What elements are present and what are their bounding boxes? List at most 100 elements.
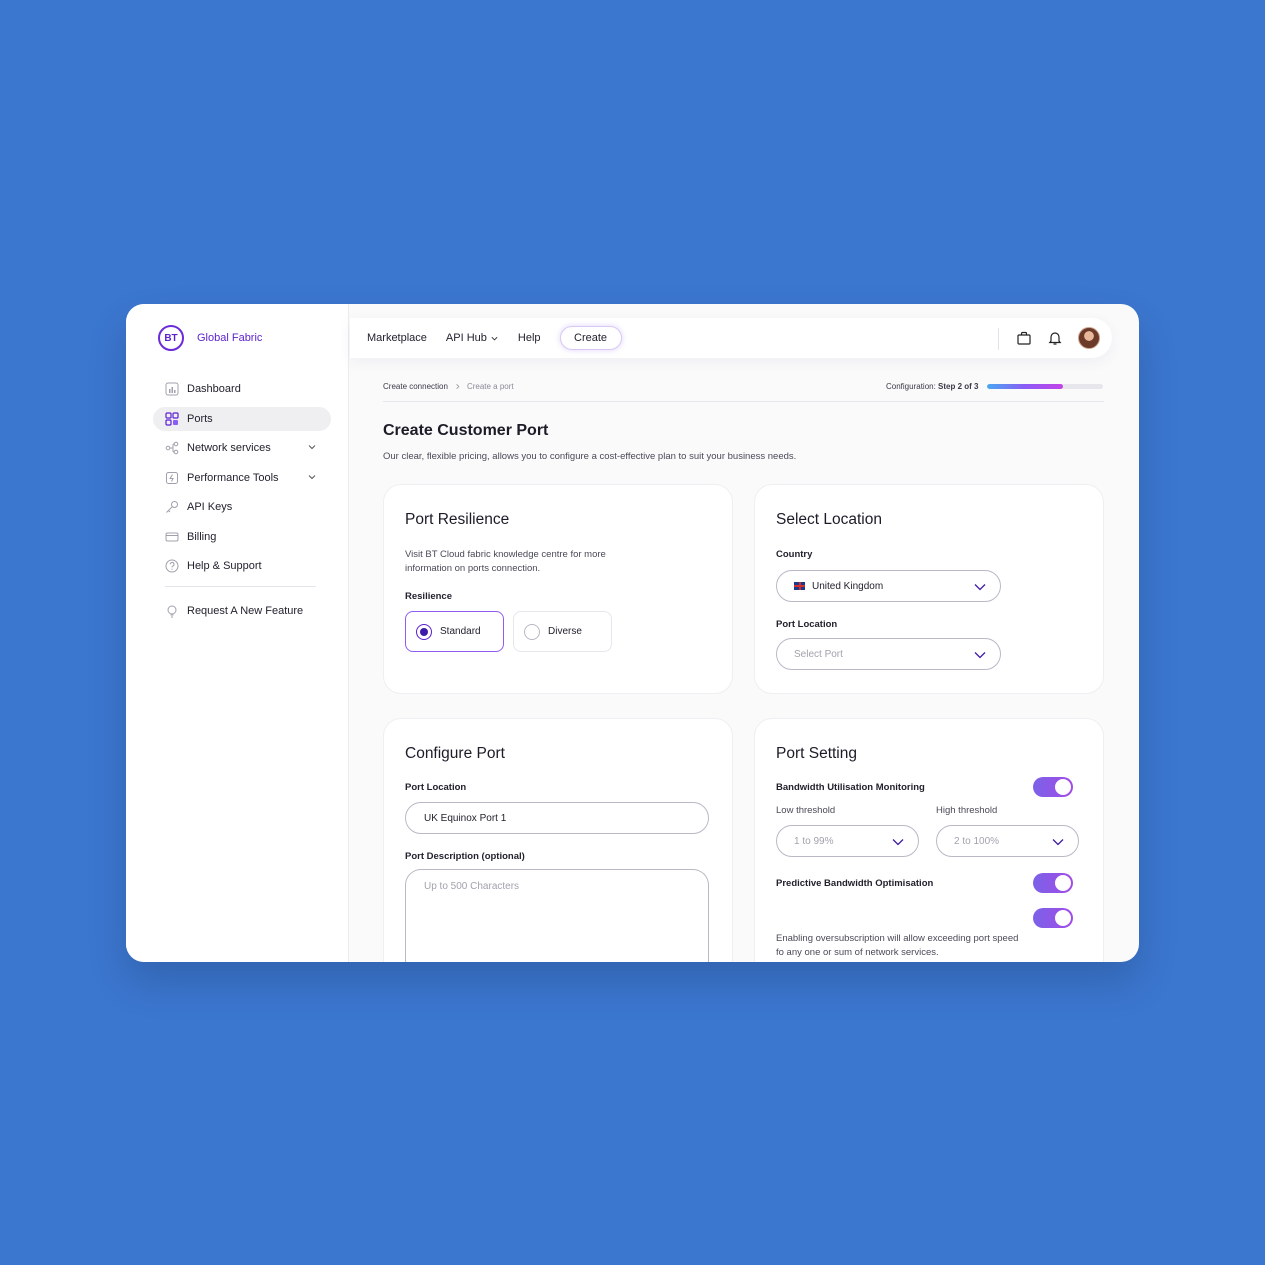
port-location-label: Port Location: [776, 619, 838, 630]
sidebar-item-help-support[interactable]: Help & Support: [153, 554, 331, 578]
bell-icon[interactable]: [1047, 330, 1063, 346]
port-resilience-card: Port Resilience Visit BT Cloud fabric kn…: [383, 484, 733, 694]
page-title: Create Customer Port: [383, 422, 549, 439]
country-select[interactable]: United Kingdom: [776, 570, 1001, 602]
oversubscription-toggle[interactable]: [1033, 908, 1073, 928]
config-port-location-label: Port Location: [405, 782, 467, 793]
chevron-down-icon: [974, 584, 986, 591]
network-icon: [164, 440, 180, 456]
sidebar-item-network-services[interactable]: Network services: [153, 436, 331, 460]
brand-name: Global Fabric: [197, 332, 263, 344]
nav-marketplace[interactable]: Marketplace: [367, 332, 427, 344]
app-window: BT Global Fabric Dashboard Ports Network…: [126, 304, 1139, 962]
bandwidth-monitoring-label: Bandwidth Utilisation Monitoring: [776, 782, 925, 793]
create-button[interactable]: Create: [559, 326, 622, 350]
progress-step: Step 2 of 3: [938, 382, 979, 391]
progress-bar: [986, 384, 1103, 389]
chevron-down-icon: [491, 336, 498, 340]
bandwidth-monitoring-toggle[interactable]: [1033, 777, 1073, 797]
configure-port-card: Configure Port Port Location UK Equinox …: [383, 718, 733, 962]
page-subtitle: Our clear, flexible pricing, allows you …: [383, 451, 797, 462]
sidebar-divider: [165, 586, 316, 587]
top-icons: [1016, 318, 1100, 358]
chevron-down-icon: [892, 839, 904, 846]
sidebar-item-label: Billing: [187, 530, 217, 543]
progress-fill: [986, 384, 1064, 389]
sidebar-item-label: Performance Tools: [187, 471, 279, 484]
port-location-placeholder: Select Port: [794, 648, 843, 660]
config-progress: Configuration: Step 2 of 3: [886, 382, 1103, 391]
resilience-info: Visit BT Cloud fabric knowledge centre f…: [405, 549, 606, 574]
chevron-right-icon: [456, 384, 460, 389]
high-threshold-label: High threshold: [936, 805, 998, 816]
sidebar-item-api-keys[interactable]: API Keys: [153, 495, 331, 519]
radio-label: Standard: [440, 626, 481, 637]
port-location-input[interactable]: UK Equinox Port 1: [405, 802, 709, 834]
radio-selected-icon: [416, 623, 432, 640]
sidebar-item-label: Request A New Feature: [187, 605, 304, 617]
low-threshold-placeholder: 1 to 99%: [794, 835, 834, 847]
port-description-label: Port Description (optional): [405, 851, 525, 862]
sidebar-item-performance-tools[interactable]: Performance Tools: [153, 466, 331, 490]
sidebar-item-request-feature[interactable]: Request A New Feature: [153, 599, 331, 623]
progress-label: Configuration:: [886, 382, 936, 391]
card-title: Configure Port: [405, 745, 505, 762]
port-description-placeholder: Up to 500 Characters: [424, 881, 520, 892]
breadcrumb-create-connection[interactable]: Create connection: [383, 382, 448, 391]
breadcrumb-current: Create a port: [466, 382, 514, 391]
card-icon: [164, 529, 180, 545]
chevron-down-icon[interactable]: [307, 472, 317, 482]
brand[interactable]: BT Global Fabric: [158, 325, 262, 351]
card-title: Port Setting: [776, 745, 857, 762]
radio-diverse[interactable]: Diverse: [513, 611, 612, 652]
port-location-value: UK Equinox Port 1: [424, 812, 507, 824]
top-nav: Marketplace API Hub Help Create: [367, 318, 622, 358]
port-setting-card: Port Setting Bandwidth Utilisation Monit…: [754, 718, 1104, 962]
predictive-bandwidth-toggle[interactable]: [1033, 873, 1073, 893]
country-value: United Kingdom: [812, 580, 884, 592]
header-divider: [383, 401, 1104, 402]
sidebar-nav: Dashboard Ports Network services Perform…: [153, 377, 331, 629]
dashboard-icon: [164, 381, 180, 397]
sidebar-item-label: API Keys: [187, 501, 233, 513]
chevron-down-icon[interactable]: [307, 442, 317, 452]
low-threshold-label: Low threshold: [776, 805, 836, 816]
key-icon: [164, 499, 180, 515]
top-bar: Marketplace API Hub Help Create: [350, 318, 1112, 358]
nav-api-hub[interactable]: API Hub: [446, 332, 499, 344]
bt-logo: BT: [158, 325, 184, 351]
nav-help[interactable]: Help: [518, 332, 541, 344]
high-threshold-placeholder: 2 to 100%: [954, 835, 1000, 847]
avatar[interactable]: [1078, 327, 1100, 349]
sidebar-item-billing[interactable]: Billing: [153, 525, 331, 549]
radio-empty-icon: [524, 623, 540, 640]
sidebar-item-label: Dashboard: [187, 383, 241, 395]
select-location-card: Select Location Country United Kingdom P…: [754, 484, 1104, 694]
breadcrumb: Create connection Create a port: [383, 382, 514, 391]
help-icon: [164, 558, 180, 574]
low-threshold-select[interactable]: 1 to 99%: [776, 825, 919, 857]
performance-icon: [164, 470, 180, 486]
chevron-down-icon: [974, 652, 986, 659]
radio-standard[interactable]: Standard: [405, 611, 504, 652]
shopping-bag-icon[interactable]: [1016, 330, 1032, 346]
ports-icon: [164, 411, 180, 427]
top-divider: [998, 328, 999, 350]
lightbulb-icon: [164, 603, 180, 619]
radio-label: Diverse: [548, 626, 582, 637]
chevron-down-icon: [1052, 839, 1064, 846]
predictive-bandwidth-label: Predictive Bandwidth Optimisation: [776, 878, 934, 889]
sidebar-item-label: Help & Support: [187, 560, 262, 572]
sidebar-item-ports[interactable]: Ports: [153, 406, 331, 431]
port-location-select[interactable]: Select Port: [776, 638, 1001, 670]
card-title: Port Resilience: [405, 511, 510, 528]
sidebar-item-label: Ports: [187, 412, 213, 425]
resilience-label: Resilience: [405, 591, 452, 602]
oversubscription-text: Enabling oversubscription will allow exc…: [776, 933, 1019, 958]
sidebar-item-dashboard[interactable]: Dashboard: [153, 377, 331, 401]
uk-flag-icon: [794, 582, 805, 590]
high-threshold-select[interactable]: 2 to 100%: [936, 825, 1079, 857]
country-label: Country: [776, 549, 813, 560]
port-description-textarea[interactable]: Up to 500 Characters: [405, 869, 709, 962]
sidebar: BT Global Fabric Dashboard Ports Network…: [126, 304, 349, 962]
